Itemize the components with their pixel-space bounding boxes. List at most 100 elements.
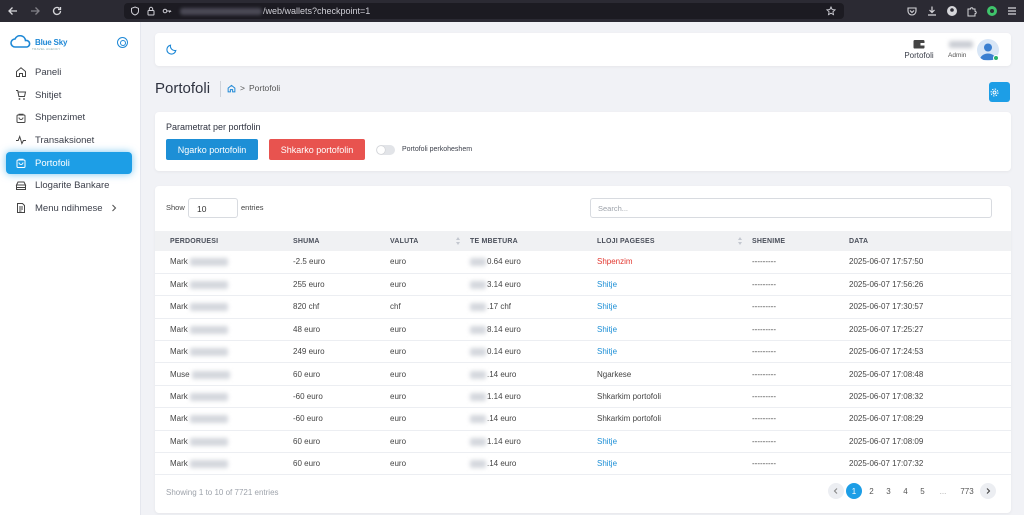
cell-note: --------- — [752, 280, 776, 290]
user-surname-redacted — [189, 280, 228, 289]
cell-date: 2025-06-07 17:24:53 — [849, 347, 924, 357]
cell-remaining: 0.14 euro — [470, 341, 597, 363]
cell-remaining: 0.64 euro — [470, 251, 597, 273]
cell-amount: 820 chf — [293, 302, 320, 312]
account-icon[interactable] — [946, 5, 958, 17]
cell-date: 2025-06-07 17:25:27 — [849, 324, 924, 334]
header-wallet-link[interactable]: Portofoli — [901, 39, 937, 60]
logo-subtitle: TRAVEL AGENCY — [32, 47, 61, 51]
sidebar-item-label: Portofoli — [35, 157, 70, 169]
cell-currency: euro — [390, 324, 407, 334]
pagination-previous[interactable] — [828, 483, 844, 499]
cell-user: Mark — [155, 453, 293, 475]
search-input[interactable] — [590, 198, 992, 218]
forward-arrow-icon[interactable] — [29, 5, 41, 17]
pagination-page-4[interactable]: 4 — [898, 483, 913, 499]
cell-amount: 255 euro — [293, 280, 325, 290]
column-header-data[interactable]: DATA — [849, 231, 1011, 251]
sidebar-item-llogarite-bankare[interactable]: Llogarite Bankare — [6, 174, 132, 197]
key-icon — [162, 6, 172, 16]
cell-amount: 48 euro — [293, 324, 321, 334]
logo[interactable]: Blue Sky TRAVEL AGENCY — [10, 35, 68, 51]
extension-green-icon[interactable] — [986, 5, 998, 17]
sidebar-item-paneli[interactable]: Paneli — [6, 61, 132, 84]
column-header-te-mbetura[interactable]: TE MBETURA — [470, 231, 597, 251]
sidebar-item-transaksionet[interactable]: Transaksionet — [6, 129, 132, 152]
sidebar-item-label: Shitjet — [35, 89, 62, 101]
page-length-select[interactable]: 10 — [188, 198, 238, 218]
address-bar[interactable]: /web/wallets?checkpoint=1 — [124, 3, 844, 19]
sidebar-item-portofoli[interactable]: Portofoli — [6, 151, 132, 175]
extensions-icon[interactable] — [966, 5, 978, 17]
sidebar: Blue Sky TRAVEL AGENCY Paneli Shitjet Sh… — [0, 22, 141, 515]
pagination-page-3[interactable]: 3 — [881, 483, 896, 499]
column-header-valuta[interactable]: VALUTA — [390, 231, 470, 251]
pagination-next[interactable] — [980, 483, 996, 499]
back-arrow-icon[interactable] — [7, 5, 19, 17]
cell-payment-type: Shitje — [597, 341, 752, 363]
cell-payment-type: Shkarkim portofoli — [597, 408, 752, 430]
sidebar-item-menu-ndihmese[interactable]: Menu ndihmese — [6, 197, 132, 220]
reload-icon[interactable] — [51, 5, 63, 17]
user-surname-redacted — [189, 348, 228, 357]
cell-currency: euro — [390, 280, 407, 290]
cell-payment-type: Shitje — [597, 453, 752, 475]
cell-remaining: .14 euro — [470, 363, 597, 385]
show-label: Show — [166, 203, 185, 212]
user-surname-redacted — [189, 325, 228, 334]
payment-type-link[interactable]: Shitje — [597, 325, 617, 334]
sidebar-menu: Paneli Shitjet Shpenzimet Transaksionet … — [6, 61, 132, 220]
cell-payment-type: Shpenzim — [597, 251, 752, 273]
pocket-icon[interactable] — [906, 5, 918, 17]
cell-currency: chf — [390, 302, 401, 312]
cell-date: 2025-06-07 17:56:26 — [849, 280, 924, 290]
payment-type-link[interactable]: Shitje — [597, 437, 617, 446]
payment-type-link[interactable]: Shitje — [597, 302, 617, 311]
payment-type-link[interactable]: Shitje — [597, 347, 617, 356]
pagination-page-773[interactable]: 773 — [956, 483, 978, 499]
home-icon[interactable] — [227, 84, 236, 93]
sort-icon — [738, 237, 743, 246]
sidebar-item-shpenzimet[interactable]: Shpenzimet — [6, 106, 132, 129]
logo-text: Blue Sky — [35, 37, 68, 47]
column-header-shenime[interactable]: SHENIME — [752, 231, 849, 251]
column-header-shuma[interactable]: SHUMA — [293, 231, 390, 251]
sidebar-item-label: Llogarite Bankare — [35, 180, 110, 192]
dark-mode-toggle-icon[interactable] — [166, 43, 178, 55]
remaining-redacted — [470, 415, 486, 424]
payment-type-link[interactable]: Shitje — [597, 459, 617, 468]
cell-currency: euro — [390, 392, 407, 402]
cell-user: Mark — [155, 408, 293, 430]
column-header-lloji-pageses[interactable]: LLOJI PAGESES — [597, 231, 752, 251]
cell-remaining: 1.14 euro — [470, 385, 597, 407]
cell-amount: -60 euro — [293, 414, 323, 424]
pagination-page-2[interactable]: 2 — [864, 483, 879, 499]
header-wallet-label: Portofoli — [904, 51, 934, 60]
cell-currency: euro — [390, 369, 407, 379]
download-icon[interactable] — [926, 5, 938, 17]
unload-wallet-button[interactable]: Shkarko portofolin — [269, 139, 365, 160]
load-wallet-button[interactable]: Ngarko portofolin — [166, 139, 258, 160]
table-row: Mark 48 euro euro 8.14 euro Shitje --------- 2… — [155, 318, 1011, 341]
menu-icon[interactable] — [1006, 5, 1018, 17]
payment-type-link: Ngarkese — [597, 369, 632, 379]
cell-user: Muse — [155, 363, 293, 385]
payment-type-link[interactable]: Shitje — [597, 280, 617, 289]
cell-note: --------- — [752, 369, 776, 379]
column-header-perdoruesi[interactable]: PERDORUESI — [155, 231, 293, 251]
sidebar-collapse-toggle[interactable] — [117, 37, 128, 48]
payment-type-link: Shkarkim portofoli — [597, 414, 662, 424]
cell-remaining: 1.14 euro — [470, 430, 597, 452]
settings-button[interactable] — [989, 82, 1010, 102]
table-row: Mark 249 euro euro 0.14 euro Shitje ---------… — [155, 341, 1011, 363]
bookmark-star-icon[interactable] — [826, 6, 836, 16]
payment-type-link[interactable]: Shpenzim — [597, 257, 633, 266]
temporary-wallet-toggle[interactable] — [376, 145, 395, 155]
cell-user: Mark — [155, 385, 293, 407]
pagination-page-1[interactable]: 1 — [846, 483, 862, 499]
pagination-page-5[interactable]: 5 — [915, 483, 930, 499]
table-row: Mark -2.5 euro euro 0.64 euro Shpenzim ------… — [155, 251, 1011, 274]
user-surname-redacted — [189, 303, 228, 312]
sidebar-item-shitjet[interactable]: Shitjet — [6, 84, 132, 107]
remaining-redacted — [470, 325, 486, 334]
